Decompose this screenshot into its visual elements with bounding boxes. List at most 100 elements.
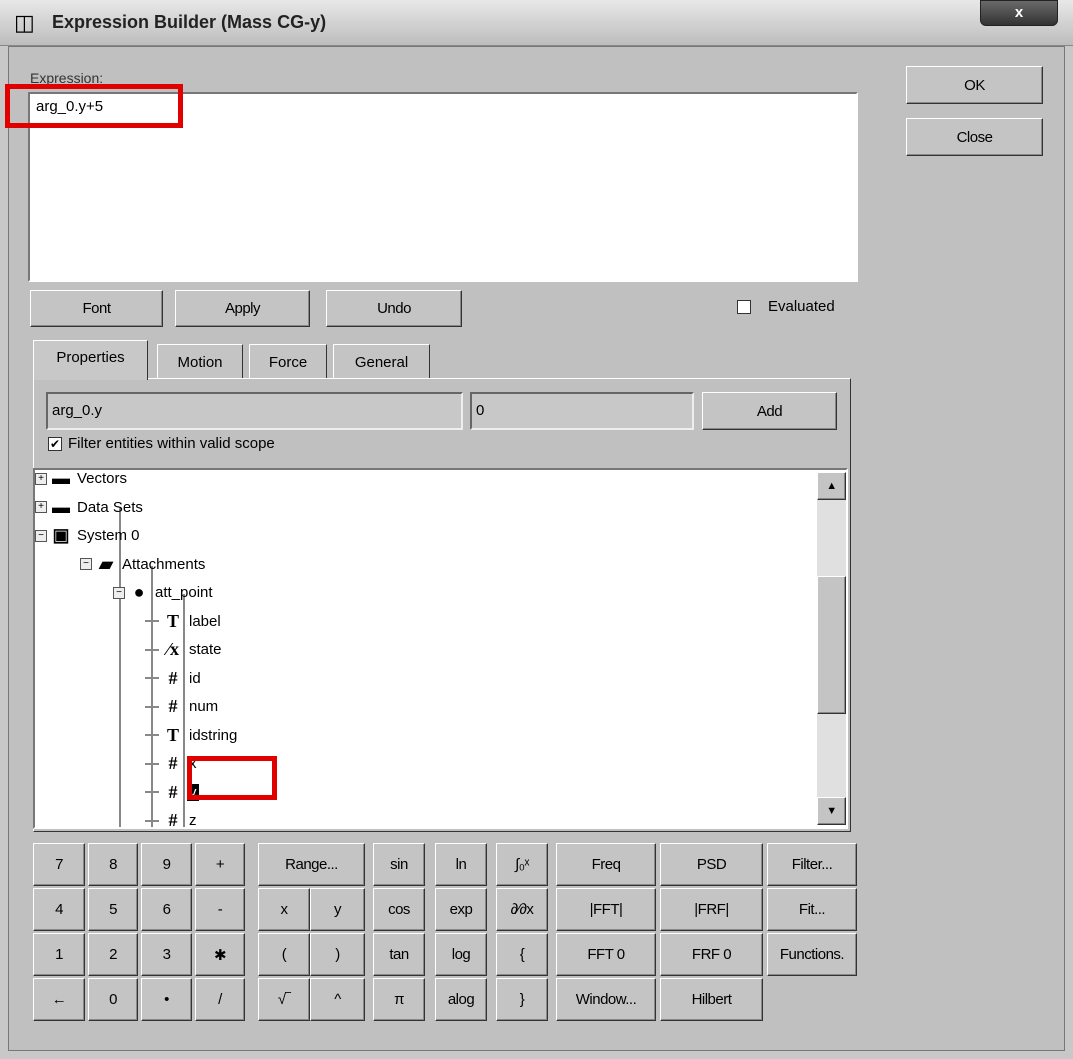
keypad-button[interactable]: FRF 0 [660, 933, 763, 976]
expression-input[interactable]: arg_0.y+5 [28, 92, 858, 282]
filter-checkbox[interactable]: ✔ [48, 437, 62, 451]
scroll-up-button[interactable]: ▲ [817, 472, 846, 500]
tree-item-label: label [189, 612, 221, 630]
keypad-button[interactable]: ^ [310, 978, 365, 1021]
number-icon: # [168, 781, 178, 802]
tree-item-label: System 0 [77, 527, 140, 544]
tree-item-label: y [187, 783, 199, 801]
keypad-button[interactable]: FFT 0 [556, 933, 656, 976]
tree-item[interactable]: # y [145, 782, 199, 803]
selected-value-field[interactable]: 0 [470, 392, 694, 430]
keypad-button[interactable]: ) [310, 933, 365, 976]
tree-item[interactable]: − ● att_point [113, 582, 215, 603]
tab-general[interactable]: General [333, 344, 430, 378]
tree-item[interactable]: # id [145, 668, 203, 689]
keypad-button[interactable]: 7 [33, 843, 85, 886]
font-button[interactable]: Font [30, 290, 163, 327]
tree-item[interactable]: Tidstring [145, 725, 239, 746]
ok-button[interactable]: OK [906, 66, 1043, 104]
tab-motion[interactable]: Motion [157, 344, 243, 378]
tree-item-label: Attachments [122, 555, 206, 573]
add-button[interactable]: Add [702, 392, 837, 430]
keypad-button[interactable]: ✱ [195, 933, 245, 976]
keypad-button[interactable]: alog [435, 978, 487, 1021]
number-icon: # [168, 753, 178, 773]
keypad-button[interactable]: 5 [88, 888, 138, 931]
tree-item-label: x [189, 755, 197, 772]
undo-button[interactable]: Undo [326, 290, 462, 327]
keypad-button[interactable]: Fit... [767, 888, 857, 931]
keypad-button[interactable]: • [141, 978, 192, 1021]
tree-item[interactable]: Tlabel [145, 611, 223, 632]
keypad-button[interactable]: - [195, 888, 245, 931]
keypad-button[interactable]: exp [435, 888, 487, 931]
keypad-button[interactable]: π [373, 978, 425, 1021]
title-bar: ◫ Expression Builder (Mass CG-y) x [0, 0, 1073, 46]
tree-item[interactable]: # x [145, 753, 199, 774]
tree-item[interactable]: − ▣ System 0 [35, 525, 142, 546]
keypad-button[interactable]: / [195, 978, 245, 1021]
keypad-button[interactable]: Filter... [767, 843, 857, 886]
entity-tree[interactable]: + ▬ Vectors + ▬ Data Sets − ▣ System 0− ▰ Attachme… [33, 468, 848, 829]
keypad-button[interactable]: Freq [556, 843, 656, 886]
number-icon: # [168, 810, 178, 829]
keypad-button[interactable]: Hilbert [660, 978, 763, 1021]
keypad-button[interactable]: { [496, 933, 548, 976]
keypad-button[interactable]: ln [435, 843, 487, 886]
keypad-button[interactable]: 0 [88, 978, 138, 1021]
keypad-button[interactable]: y [310, 888, 365, 931]
tree-item[interactable]: # z [145, 810, 199, 829]
filter-label: Filter entities within valid scope [68, 435, 275, 452]
tree-item[interactable]: ⁄x state [145, 639, 224, 660]
keypad-button[interactable]: log [435, 933, 487, 976]
keypad-button[interactable]: Range... [258, 843, 365, 886]
keypad-button[interactable]: PSD [660, 843, 763, 886]
folder-icon: ▬ [52, 496, 70, 517]
keypad-button[interactable]: |FRF| [660, 888, 763, 931]
keypad-button[interactable]: 2 [88, 933, 138, 976]
keypad-button[interactable]: |FFT| [556, 888, 656, 931]
scroll-thumb[interactable] [817, 576, 846, 714]
tab-force[interactable]: Force [249, 344, 327, 378]
keypad-button[interactable]: 3 [141, 933, 192, 976]
apply-button[interactable]: Apply [175, 290, 310, 327]
tree-scrollbar[interactable]: ▲ ▼ [817, 472, 846, 825]
tree-item[interactable]: + ▬ Data Sets [35, 497, 145, 518]
keypad-button[interactable]: Window... [556, 978, 656, 1021]
tree-item-label: z [189, 812, 197, 829]
keypad-button[interactable]: } [496, 978, 548, 1021]
tree-item-label: att_point [155, 584, 213, 601]
keypad-button[interactable]: Functions. [767, 933, 857, 976]
keypad-button[interactable]: √‾ [258, 978, 310, 1021]
keypad-button[interactable]: 4 [33, 888, 85, 931]
keypad-button[interactable]: cos [373, 888, 425, 931]
tab-properties[interactable]: Properties [33, 340, 148, 380]
evaluated-checkbox[interactable] [737, 300, 751, 314]
keypad-button[interactable]: ← [33, 978, 85, 1021]
tree-item-label: state [189, 641, 222, 658]
keypad-button[interactable]: tan [373, 933, 425, 976]
tree-item[interactable]: − ▰ Attachments [80, 554, 207, 575]
keypad-button[interactable]: sin [373, 843, 425, 886]
selected-path-field[interactable]: arg_0.y [46, 392, 463, 430]
evaluated-label: Evaluated [768, 298, 835, 315]
text-icon: T [166, 610, 179, 631]
keypad-button[interactable]: x [258, 888, 310, 931]
keypad-button[interactable]: 9 [141, 843, 192, 886]
app-icon: ◫ [14, 10, 35, 35]
window-close-button[interactable]: x [980, 0, 1058, 26]
keypad-button[interactable]: ( [258, 933, 310, 976]
keypad-button[interactable]: ∂⁄∂x [496, 888, 548, 931]
close-button[interactable]: Close [906, 118, 1043, 156]
keypad-button[interactable]: 8 [88, 843, 138, 886]
number-icon: # [168, 696, 178, 716]
tree-item[interactable]: + ▬ Vectors [35, 470, 129, 489]
keypad-button[interactable]: ∫₀ˣ [496, 843, 548, 886]
tree-item-label: Vectors [77, 470, 128, 487]
keypad-button[interactable]: 1 [33, 933, 85, 976]
open-folder-icon: ▰ [99, 553, 113, 574]
keypad-button[interactable]: + [195, 843, 245, 886]
keypad-button[interactable]: 6 [141, 888, 192, 931]
tree-item[interactable]: # num [145, 696, 220, 717]
scroll-down-button[interactable]: ▼ [817, 797, 846, 825]
